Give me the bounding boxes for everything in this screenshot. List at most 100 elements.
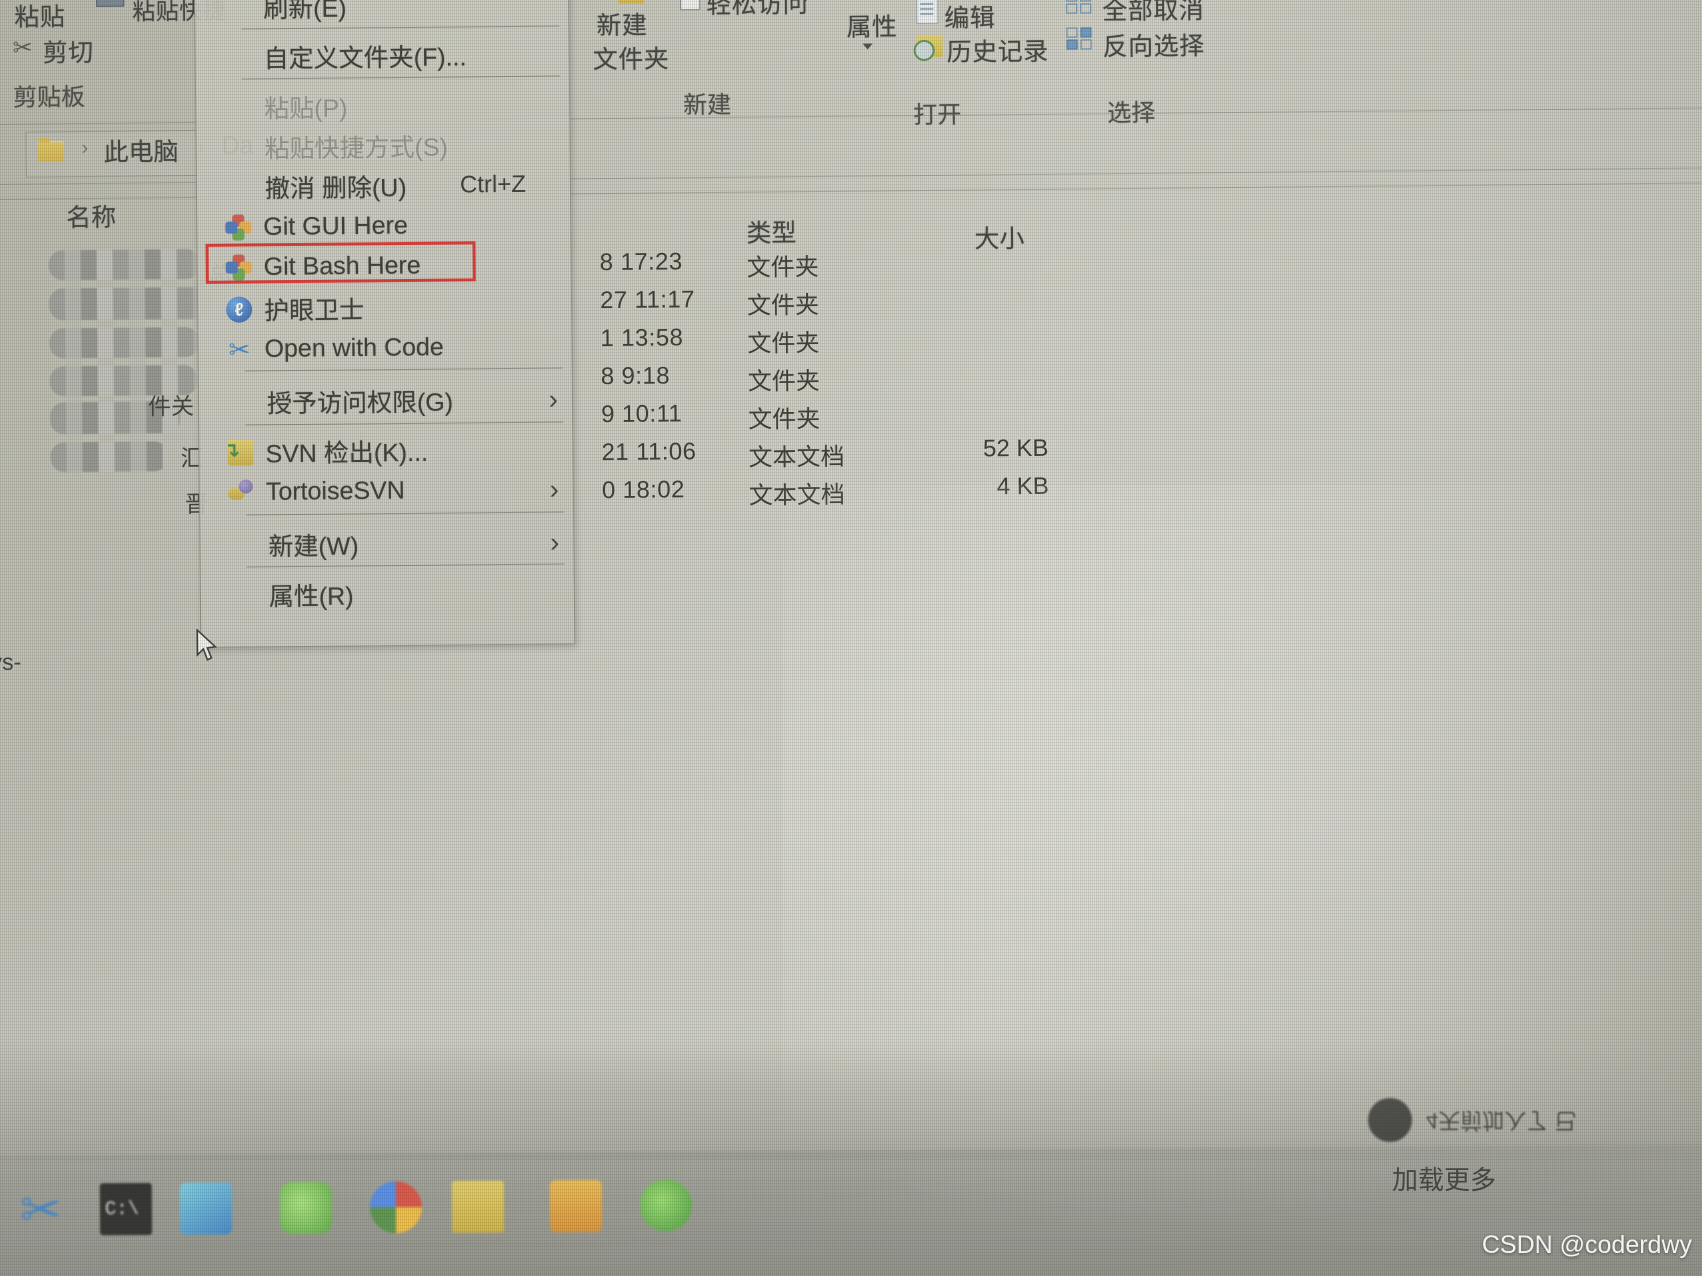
invert-selection-button[interactable]: 反向选择 xyxy=(1102,26,1205,63)
git-icon xyxy=(225,214,252,241)
file-date: 1 13:58 xyxy=(600,324,684,353)
easy-access-chevron-down-icon[interactable] xyxy=(800,0,811,3)
new-group-label: 新建 xyxy=(683,91,732,120)
menu-item-tortoise-svn[interactable]: TortoiseSVN › xyxy=(200,468,575,513)
breadcrumb-item-this-pc[interactable]: 此电脑 xyxy=(103,132,178,169)
eye-guard-icon: ℓ xyxy=(225,295,253,323)
cut-button[interactable]: 剪切 xyxy=(42,33,94,69)
file-type: 文件夹 xyxy=(746,254,819,282)
select-none-icon xyxy=(1066,0,1096,18)
breadcrumb-folder-icon xyxy=(37,141,64,162)
file-size xyxy=(918,359,1048,360)
menu-item-shortcut: Ctrl+Z xyxy=(459,170,527,198)
menu-item-label: 新建(W) xyxy=(268,531,359,561)
photo-of-monitor: 粘贴 ✂ 剪切 剪贴板 粘贴快捷 新建 文件夹 轻松访问 新建 属性 编辑 历史… xyxy=(0,0,1702,1276)
redacted-file-name xyxy=(49,326,200,359)
file-date: 21 11:06 xyxy=(601,438,697,467)
select-none-button[interactable]: 全部取消 xyxy=(1102,0,1204,27)
menu-item-label: TortoiseSVN xyxy=(265,475,405,506)
context-menu[interactable]: 分组依据(P) › 刷新(E) 自定义文件夹(F)... 粘贴(P) 粘贴快捷方… xyxy=(193,0,576,648)
menu-item-new[interactable]: 新建(W) › xyxy=(200,521,575,566)
chevron-right-icon: › xyxy=(549,526,560,558)
edit-icon xyxy=(916,0,939,25)
file-date: 9 10:11 xyxy=(601,400,683,429)
clipped-text-fragment: vs- xyxy=(0,648,22,675)
editor-icon[interactable] xyxy=(179,1182,233,1235)
file-size xyxy=(918,397,1048,398)
menu-item-label: Git GUI Here xyxy=(263,210,408,241)
load-more-button[interactable]: 加载更多 xyxy=(1392,1160,1496,1197)
menu-item-label: 粘贴(P) xyxy=(264,94,348,123)
chevron-right-icon: › xyxy=(549,473,559,505)
easy-access-button[interactable]: 轻松访问 xyxy=(706,0,808,21)
file-size: 52 KB xyxy=(982,434,1049,463)
new-folder-button-line1[interactable]: 新建 xyxy=(596,6,647,42)
highlight-annotation-box xyxy=(205,241,476,284)
wechat-icon[interactable] xyxy=(279,1181,333,1235)
properties-chevron-down-icon[interactable] xyxy=(862,43,873,50)
breadcrumb-separator-1: › xyxy=(81,137,89,160)
menu-item-paste-shortcut: 粘贴快捷方式(S) xyxy=(196,123,571,168)
menu-item-give-access-to[interactable]: 授予访问权限(G) › xyxy=(199,378,574,423)
menu-item-label: 护眼卫士 xyxy=(263,295,365,325)
history-button[interactable]: 历史记录 xyxy=(946,32,1049,69)
easy-access-page-icon xyxy=(680,0,701,11)
terminal-icon[interactable]: C:\ xyxy=(99,1182,153,1236)
file-type: 文件夹 xyxy=(746,291,820,320)
column-header-name[interactable]: 名称 xyxy=(66,198,116,234)
file-date: 8 9:18 xyxy=(600,362,671,391)
vscode-icon[interactable]: ✂ xyxy=(20,1182,72,1238)
file-size xyxy=(917,321,1047,322)
redacted-file-name xyxy=(48,248,201,281)
file-size xyxy=(917,245,1047,246)
menu-item-svn-checkout[interactable]: SVN 检出(K)... xyxy=(199,428,574,473)
card-preview-text: 4天前加入了 已 xyxy=(1426,1108,1577,1133)
tortoise-svn-icon xyxy=(228,479,254,505)
file-date: 8 17:23 xyxy=(599,248,683,277)
file-size xyxy=(917,283,1047,284)
menu-item-customize-folder[interactable]: 自定义文件夹(F)... xyxy=(195,33,570,78)
folder-icon[interactable] xyxy=(451,1180,505,1233)
menu-item-label: 刷新(E) xyxy=(263,0,347,23)
paste-shortcut-icon xyxy=(95,0,125,7)
file-date: 0 18:02 xyxy=(601,476,685,505)
menu-item-undo-delete[interactable]: 撤消 删除(U) Ctrl+Z xyxy=(197,163,572,208)
csdn-watermark: CSDN @coderdwy xyxy=(1481,1231,1692,1259)
file-type: 文本文档 xyxy=(748,443,845,472)
new-folder-button-line2[interactable]: 文件夹 xyxy=(593,39,670,76)
scissors-icon: ✂ xyxy=(12,34,33,62)
menu-item-label: SVN 检出(K)... xyxy=(265,438,429,468)
menu-item-label: 粘贴快捷方式(S) xyxy=(264,133,449,163)
menu-item-label: 授予访问权限(G) xyxy=(266,388,454,418)
avatar xyxy=(1368,1098,1412,1142)
menu-item-paste: 粘贴(P) xyxy=(196,83,571,128)
menu-item-label: 撤消 删除(U) xyxy=(264,173,407,203)
file-type: 文件夹 xyxy=(747,329,820,358)
menu-divider xyxy=(246,511,565,516)
menu-item-label: 自定义文件夹(F)... xyxy=(263,42,467,73)
menu-divider xyxy=(245,421,564,426)
new-folder-icon xyxy=(618,0,645,4)
file-type: 文本文档 xyxy=(748,481,846,510)
svn-checkout-icon xyxy=(227,438,254,466)
edit-button[interactable]: 编辑 xyxy=(944,0,995,35)
orange-app-icon[interactable] xyxy=(549,1179,603,1233)
bottom-notification-card: 4天前加入了 已 加载更多 xyxy=(1350,1088,1702,1208)
menu-item-properties[interactable]: 属性(R) xyxy=(201,571,576,616)
menu-item-open-with-code[interactable]: ✂ Open with Code xyxy=(198,325,573,370)
mouse-cursor xyxy=(196,628,218,662)
up-arrow-icon[interactable]: ↑ xyxy=(0,132,1,166)
file-type: 文件夹 xyxy=(748,405,821,434)
explorer-window: 粘贴 ✂ 剪切 剪贴板 粘贴快捷 新建 文件夹 轻松访问 新建 属性 编辑 历史… xyxy=(0,0,1702,1146)
paste-button[interactable]: 粘贴 xyxy=(14,0,65,34)
menu-item-label: Open with Code xyxy=(264,332,444,363)
menu-item-refresh[interactable]: 刷新(E) xyxy=(195,0,570,28)
menu-item-eye-guard[interactable]: ℓ 护眼卫士 xyxy=(198,285,573,330)
file-size: 4 KB xyxy=(996,472,1049,501)
chrome-icon[interactable] xyxy=(369,1181,423,1234)
clipboard-group-label: 剪贴板 xyxy=(12,84,86,112)
properties-button[interactable]: 属性 xyxy=(846,7,897,43)
green-app-icon[interactable] xyxy=(639,1179,693,1232)
chevron-right-icon: › xyxy=(548,383,559,415)
history-icon xyxy=(916,34,943,58)
